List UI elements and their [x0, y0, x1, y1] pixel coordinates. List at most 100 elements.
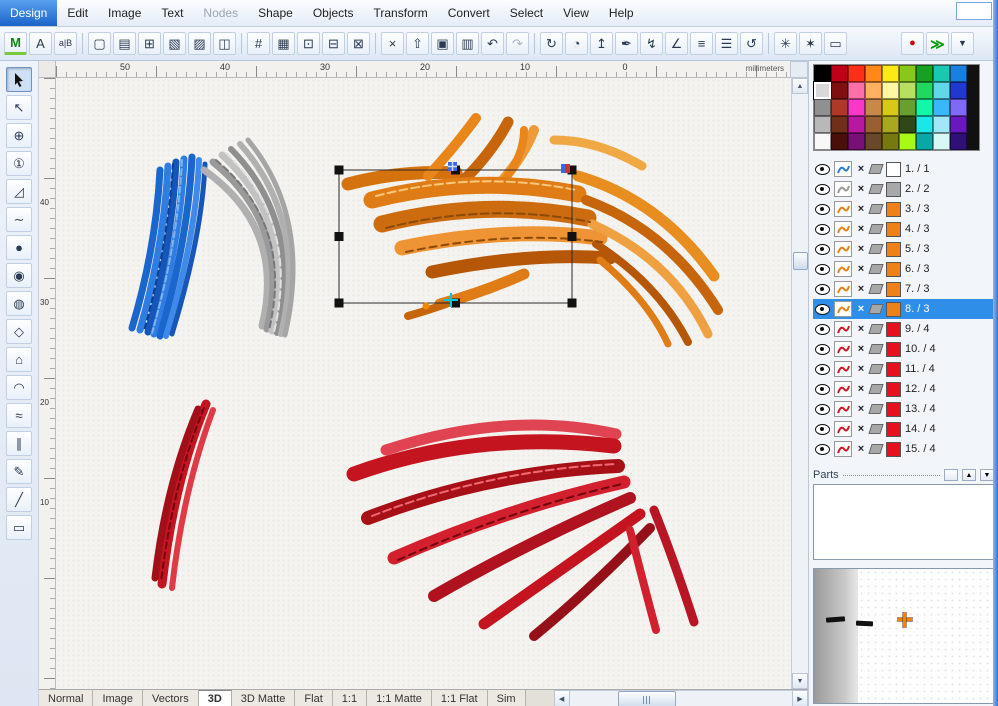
visibility-eye-icon[interactable] — [815, 404, 830, 415]
menu-image[interactable]: Image — [98, 0, 151, 26]
layer-row-3[interactable]: ×3. / 3 — [813, 199, 994, 219]
visibility-eye-icon[interactable] — [815, 184, 830, 195]
thread-color-chip[interactable] — [886, 202, 901, 217]
scroll-up-button[interactable]: ▲ — [792, 78, 808, 94]
palette-color[interactable] — [899, 99, 916, 116]
palette-color[interactable] — [950, 133, 967, 150]
thread-color-chip[interactable] — [886, 182, 901, 197]
open-image-icon[interactable]: ▧ — [163, 32, 186, 55]
text-tool-icon[interactable]: A — [29, 32, 52, 55]
zoom-one-to-one-tool[interactable]: ① — [6, 151, 32, 176]
grid-settings-icon[interactable]: ▦ — [272, 32, 295, 55]
import-design-icon[interactable]: ⊞ — [138, 32, 161, 55]
zoom-selection-icon[interactable]: ⊡ — [297, 32, 320, 55]
palette-color[interactable] — [950, 116, 967, 133]
menu-design[interactable]: Design — [0, 0, 57, 26]
column-tool[interactable]: ∥ — [6, 431, 32, 456]
kerning-tool-icon[interactable]: a|B — [54, 32, 77, 55]
save-design-icon[interactable]: ◫ — [213, 32, 236, 55]
palette-color[interactable] — [882, 82, 899, 99]
menu-edit[interactable]: Edit — [57, 0, 98, 26]
visibility-eye-icon[interactable] — [815, 164, 830, 175]
palette-color[interactable] — [848, 133, 865, 150]
thread-color-chip[interactable] — [886, 342, 901, 357]
layer-row-10[interactable]: ×10. / 4 — [813, 339, 994, 359]
thread-color-chip[interactable] — [886, 222, 901, 237]
palette-color[interactable] — [933, 133, 950, 150]
visibility-eye-icon[interactable] — [815, 384, 830, 395]
new-design-icon[interactable]: ▢ — [88, 32, 111, 55]
tab-sim[interactable]: Sim — [488, 690, 526, 706]
palette-color[interactable] — [933, 65, 950, 82]
visibility-eye-icon[interactable] — [815, 284, 830, 295]
simulation-dropdown-icon[interactable]: ▼ — [951, 32, 974, 55]
tab-1-1[interactable]: 1:1 — [333, 690, 367, 706]
zoom-tool[interactable]: ⊕ — [6, 123, 32, 148]
horizontal-scroll-thumb[interactable] — [618, 691, 676, 706]
menu-text[interactable]: Text — [151, 0, 193, 26]
copy-icon[interactable]: ▣ — [431, 32, 454, 55]
palette-color[interactable] — [950, 82, 967, 99]
tab-3d-matte[interactable]: 3D Matte — [232, 690, 296, 706]
layer-row-5[interactable]: ×5. / 3 — [813, 239, 994, 259]
palette-color[interactable] — [916, 133, 933, 150]
palette-color[interactable] — [933, 116, 950, 133]
menu-objects[interactable]: Objects — [303, 0, 364, 26]
fill-tool[interactable]: ● — [6, 235, 32, 260]
menu-convert[interactable]: Convert — [438, 0, 500, 26]
palette-color[interactable] — [814, 65, 831, 82]
layer-row-8-selected[interactable]: ×8. / 3 — [813, 299, 994, 319]
stitch-simulator-icon[interactable]: ◔ — [565, 32, 588, 55]
parts-up-button[interactable]: ▲ — [962, 469, 976, 481]
tab-vectors[interactable]: Vectors — [143, 690, 199, 706]
select-region-tool[interactable]: ◿ — [6, 179, 32, 204]
visibility-eye-icon[interactable] — [815, 224, 830, 235]
palette-color[interactable] — [899, 82, 916, 99]
tab-image[interactable]: Image — [93, 690, 143, 706]
visibility-eye-icon[interactable] — [815, 204, 830, 215]
undo-icon[interactable]: ↶ — [481, 32, 504, 55]
tab-flat[interactable]: Flat — [295, 690, 332, 706]
vertical-scroll-thumb[interactable] — [793, 252, 808, 270]
palette-color[interactable] — [831, 82, 848, 99]
layer-row-6[interactable]: ×6. / 3 — [813, 259, 994, 279]
palette-color[interactable] — [899, 133, 916, 150]
parts-down-button[interactable]: ▼ — [980, 469, 994, 481]
palette-color[interactable] — [865, 99, 882, 116]
palette-color[interactable] — [814, 99, 831, 116]
arc-tool[interactable]: ◠ — [6, 375, 32, 400]
palette-color[interactable] — [831, 133, 848, 150]
delete-object-icon[interactable]: × — [381, 32, 404, 55]
regenerate-icon[interactable]: ↻ — [540, 32, 563, 55]
palette-color[interactable] — [882, 133, 899, 150]
menu-select[interactable]: Select — [500, 0, 553, 26]
thread-color-chip[interactable] — [886, 362, 901, 377]
menu-shape[interactable]: Shape — [248, 0, 303, 26]
palette-color[interactable] — [950, 99, 967, 116]
thread-color-chip[interactable] — [886, 322, 901, 337]
gray-thread-object[interactable] — [204, 140, 293, 335]
palette-color[interactable] — [865, 65, 882, 82]
palette-color[interactable] — [933, 99, 950, 116]
rotate-tool-icon[interactable]: ↺ — [740, 32, 763, 55]
run-simulation-icon[interactable]: ≫ — [926, 32, 949, 55]
palette-color[interactable] — [916, 65, 933, 82]
tab-1-1-flat[interactable]: 1:1 Flat — [432, 690, 488, 706]
object-list-icon[interactable]: ☰ — [715, 32, 738, 55]
palette-color[interactable] — [814, 133, 831, 150]
visibility-eye-icon[interactable] — [815, 364, 830, 375]
scroll-left-button[interactable]: ◀ — [554, 690, 570, 706]
eyedropper-icon[interactable]: ✒ — [615, 32, 638, 55]
record-simulation-icon[interactable]: ● — [901, 32, 924, 55]
visibility-eye-icon[interactable] — [815, 244, 830, 255]
visibility-eye-icon[interactable] — [815, 304, 830, 315]
pen-tool[interactable]: ✎ — [6, 459, 32, 484]
palette-color[interactable] — [933, 82, 950, 99]
scroll-down-button[interactable]: ▼ — [792, 673, 808, 689]
paste-icon[interactable]: ▥ — [456, 32, 479, 55]
red-small-thread-object[interactable] — [155, 404, 213, 588]
horizontal-scroll-track[interactable] — [570, 690, 792, 706]
visibility-eye-icon[interactable] — [815, 344, 830, 355]
visibility-eye-icon[interactable] — [815, 264, 830, 275]
palette-color[interactable] — [899, 116, 916, 133]
